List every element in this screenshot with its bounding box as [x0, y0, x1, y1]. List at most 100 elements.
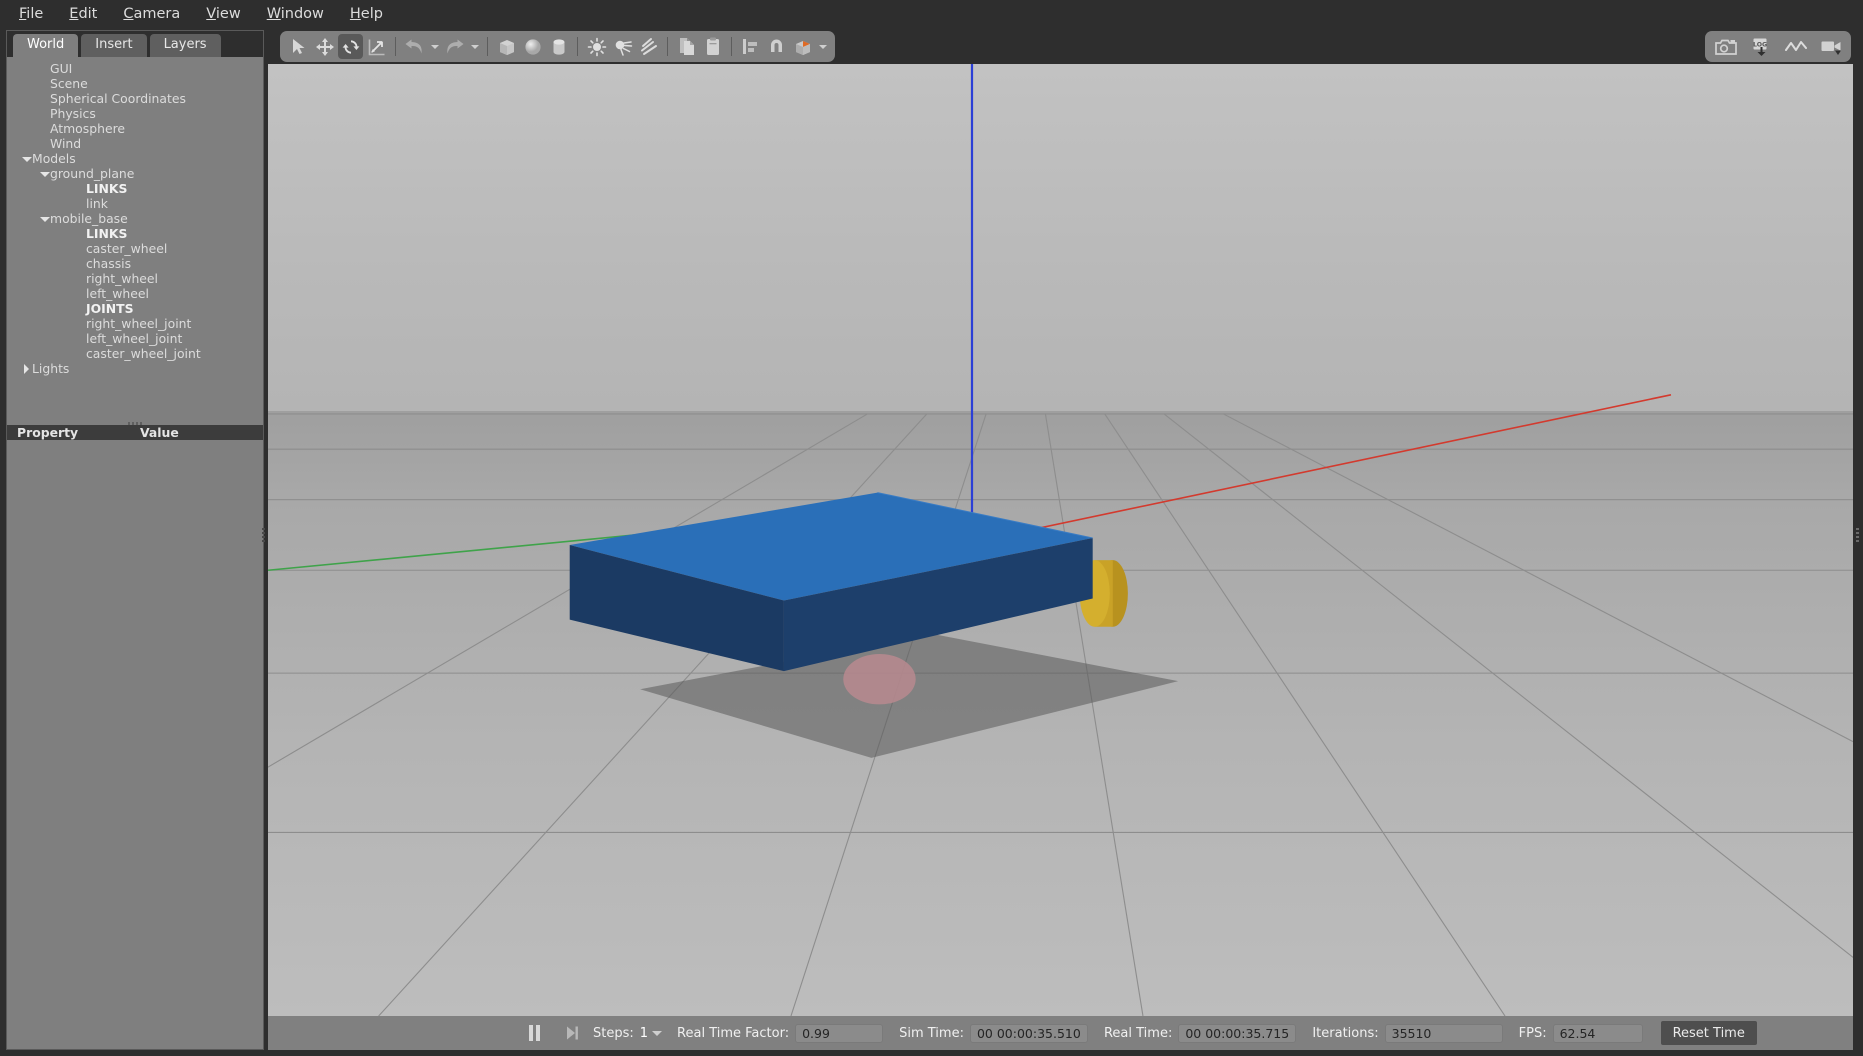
property-table-header: Property Value: [7, 425, 263, 440]
left-panel: World Insert Layers GUI Scene Spherical Coor…: [6, 30, 264, 1050]
undo-dropdown[interactable]: [428, 34, 441, 59]
view-angle-dropdown[interactable]: [816, 34, 829, 59]
view-angle-button[interactable]: [790, 34, 815, 59]
select-mode-button[interactable]: [286, 34, 311, 59]
tree-item-links[interactable]: LINKS: [7, 181, 263, 196]
align-button[interactable]: [738, 34, 763, 59]
main-toolbar: [280, 31, 835, 62]
plot-button[interactable]: [1783, 34, 1808, 59]
tree-item-label: right_wheel: [86, 271, 158, 286]
tree-item-joints[interactable]: JOINTS: [7, 301, 263, 316]
insert-box-button[interactable]: [494, 34, 519, 59]
menu-item-help[interactable]: Help: [339, 3, 394, 26]
tree-item-chassis[interactable]: chassis: [7, 256, 263, 271]
step-button[interactable]: [561, 1022, 583, 1044]
tree-item-caster-wheel-joint[interactable]: caster_wheel_joint: [7, 346, 263, 361]
real-time-field: 00 00:00:35.715: [1178, 1023, 1297, 1043]
tree-item-gui[interactable]: GUI: [7, 61, 263, 76]
sim-time-label: Sim Time:: [899, 1025, 964, 1041]
svg-text:LOG: LOG: [1752, 41, 1766, 48]
toolbar-separator: [487, 37, 488, 56]
tree-item-left-wheel-joint[interactable]: left_wheel_joint: [7, 331, 263, 346]
menu-item-view[interactable]: View: [195, 3, 251, 26]
tree-item-right-wheel-joint[interactable]: right_wheel_joint: [7, 316, 263, 331]
translate-arrows-icon: [315, 37, 334, 56]
tree-item-models[interactable]: Models: [7, 151, 263, 166]
insert-sphere-button[interactable]: [520, 34, 545, 59]
tree-item-links[interactable]: LINKS: [7, 226, 263, 241]
chevron-right-icon[interactable]: [21, 363, 32, 374]
log-button[interactable]: LOG: [1748, 34, 1773, 59]
video-record-button[interactable]: [1818, 34, 1843, 59]
pause-button[interactable]: [523, 1022, 545, 1044]
tree-item-scene[interactable]: Scene: [7, 76, 263, 91]
property-column-header: Property: [17, 425, 79, 440]
copy-button[interactable]: [674, 34, 699, 59]
tree-item-label: right_wheel_joint: [86, 316, 192, 331]
scale-mode-button[interactable]: [364, 34, 389, 59]
translate-mode-button[interactable]: [312, 34, 337, 59]
grid-vanishing-lines: [268, 413, 1853, 1016]
tree-item-spherical-coordinates[interactable]: Spherical Coordinates: [7, 91, 263, 106]
steps-dropdown[interactable]: [651, 1022, 663, 1044]
chevron-down-icon[interactable]: [39, 168, 50, 179]
insert-point-light-button[interactable]: [584, 34, 609, 59]
rotate-mode-button[interactable]: [338, 34, 363, 59]
tree-item-ground-plane[interactable]: ground_plane: [7, 166, 263, 181]
toolbar-row: LOG: [268, 30, 1853, 64]
insert-cylinder-button[interactable]: [546, 34, 571, 59]
directional-light-icon: [640, 37, 657, 55]
main-splitter-left[interactable]: [259, 525, 267, 545]
tree-item-label: JOINTS: [86, 301, 134, 316]
menu-item-edit[interactable]: Edit: [58, 3, 108, 26]
tree-item-physics[interactable]: Physics: [7, 106, 263, 121]
redo-button[interactable]: [442, 34, 467, 59]
tree-item-label: link: [86, 196, 108, 211]
tab-world[interactable]: World: [13, 33, 79, 57]
tree-item-label: Wind: [50, 136, 82, 151]
chevron-down-icon[interactable]: [39, 213, 50, 224]
video-camera-icon: [1821, 41, 1841, 55]
paste-button[interactable]: [700, 34, 725, 59]
tree-item-link[interactable]: link: [7, 196, 263, 211]
tree-item-mobile-base[interactable]: mobile_base: [7, 211, 263, 226]
tree-item-label: caster_wheel_joint: [86, 346, 201, 361]
snap-button[interactable]: [764, 34, 789, 59]
tab-insert[interactable]: Insert: [81, 33, 147, 57]
screenshot-button[interactable]: [1713, 34, 1738, 59]
main-splitter-right[interactable]: [1853, 525, 1861, 545]
splitter-grip: [261, 528, 265, 542]
spot-light-icon: [615, 40, 632, 56]
tree-item-left-wheel[interactable]: left_wheel: [7, 286, 263, 301]
iterations-field: 35510: [1384, 1023, 1503, 1043]
real-time-label: Real Time:: [1103, 1025, 1173, 1041]
3d-viewport[interactable]: [268, 64, 1853, 1016]
tree-item-label: mobile_base: [50, 211, 128, 226]
tree-item-wind[interactable]: Wind: [7, 136, 263, 151]
insert-spot-light-button[interactable]: [610, 34, 635, 59]
chevron-down-icon[interactable]: [21, 153, 32, 164]
tree-item-lights[interactable]: Lights: [7, 361, 263, 376]
tab-layers[interactable]: Layers: [149, 33, 221, 57]
tree-item-caster-wheel[interactable]: caster_wheel: [7, 241, 263, 256]
menu-item-camera[interactable]: Camera: [112, 3, 191, 26]
steps-value: 1: [639, 1025, 649, 1041]
undo-button[interactable]: [402, 34, 427, 59]
world-tree[interactable]: GUI Scene Spherical Coordinates Physics Atmo…: [7, 57, 263, 420]
real-time-factor-label: Real Time Factor:: [677, 1025, 790, 1041]
reset-time-button[interactable]: Reset Time: [1660, 1021, 1757, 1045]
menu-item-file[interactable]: File: [8, 3, 54, 26]
redo-dropdown[interactable]: [468, 34, 481, 59]
tree-item-right-wheel[interactable]: right_wheel: [7, 271, 263, 286]
insert-directional-light-button[interactable]: [636, 34, 661, 59]
tree-item-atmosphere[interactable]: Atmosphere: [7, 121, 263, 136]
rotate-arrows-icon: [342, 39, 359, 54]
menu-item-window[interactable]: Window: [256, 3, 335, 26]
tree-item-label: Scene: [50, 76, 88, 91]
